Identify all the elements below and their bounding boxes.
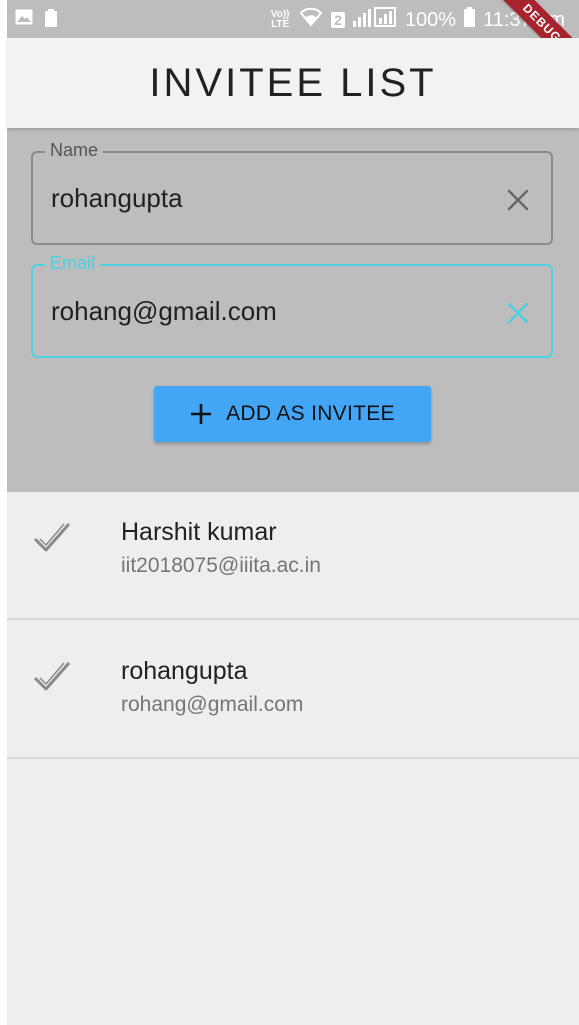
check-icon xyxy=(33,662,71,691)
name-field[interactable]: Name rohangupta xyxy=(31,140,553,245)
battery-notification-icon xyxy=(45,9,57,32)
page-title: INVITEE LIST xyxy=(149,60,437,105)
volte-indicator: Vo)) LTE xyxy=(270,9,290,30)
list-item[interactable]: rohangupta rohang@gmail.com xyxy=(7,631,579,759)
status-bar: Vo)) LTE 2 100% DEBUG xyxy=(7,0,579,84)
add-button-label: ADD AS INVITEE xyxy=(226,402,395,425)
email-field-label: Email xyxy=(45,253,101,274)
name-input[interactable]: rohangupta xyxy=(51,183,183,214)
invitee-email: iit2018075@iiita.ac.in xyxy=(121,554,321,577)
check-icon xyxy=(33,523,71,552)
invitee-name: Harshit kumar xyxy=(121,518,277,546)
invitee-name: rohangupta xyxy=(121,657,248,685)
battery-percent: 100% xyxy=(404,8,457,31)
close-icon xyxy=(507,302,529,324)
invitee-list: Harshit kumar iit2018075@iiita.ac.in roh… xyxy=(7,492,579,1025)
wifi-icon xyxy=(299,7,323,33)
name-field-label: Name xyxy=(45,140,104,161)
invitee-form: Name rohangupta Email rohang@gmail.com A… xyxy=(7,128,579,492)
plus-icon xyxy=(191,404,212,424)
invitee-email: rohang@gmail.com xyxy=(121,693,304,716)
app-bar: INVITEE LIST xyxy=(7,38,579,128)
signal-icon xyxy=(352,7,397,33)
close-icon xyxy=(507,189,529,211)
clear-name-button[interactable] xyxy=(505,187,531,213)
app-screen: Vo)) LTE 2 100% DEBUG INVITEE LIST Name … xyxy=(0,0,579,1025)
clear-email-button[interactable] xyxy=(505,300,531,326)
sim-2-indicator: 2 xyxy=(331,12,345,28)
add-as-invitee-button[interactable]: ADD AS INVITEE xyxy=(154,386,431,442)
battery-icon xyxy=(464,7,476,33)
gallery-notification-icon xyxy=(15,9,33,32)
status-left-icons xyxy=(15,9,57,32)
email-field[interactable]: Email rohang@gmail.com xyxy=(31,253,553,358)
email-input[interactable]: rohang@gmail.com xyxy=(51,296,277,327)
list-item[interactable]: Harshit kumar iit2018075@iiita.ac.in xyxy=(7,492,579,620)
